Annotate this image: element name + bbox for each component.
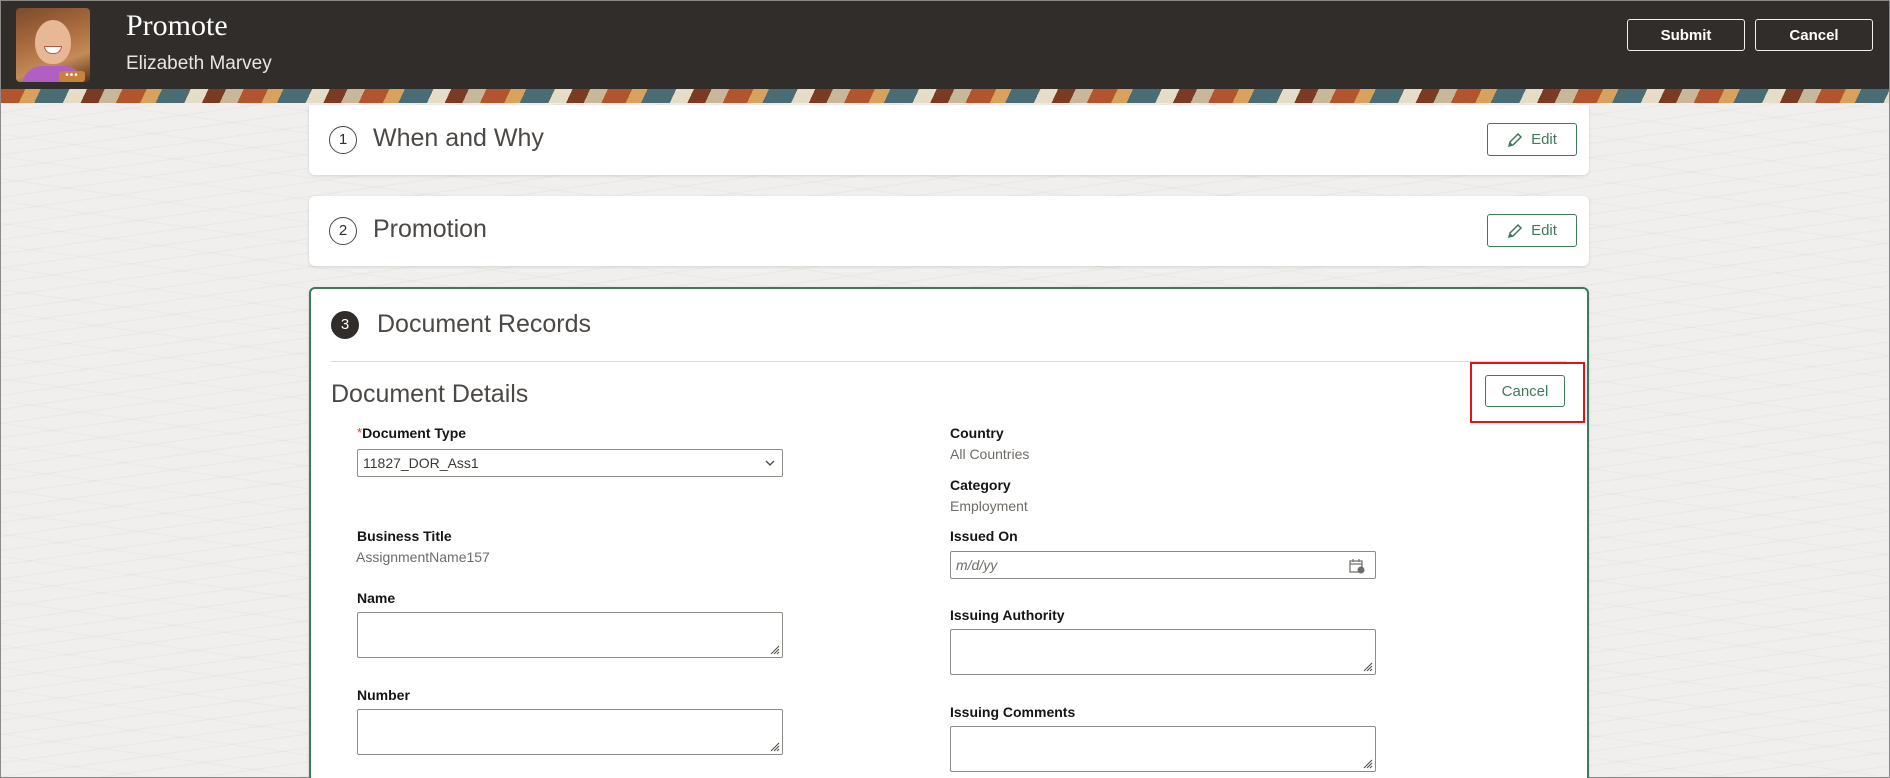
step-title: Document Records (377, 310, 591, 338)
number-label: Number (357, 687, 410, 703)
step-title: When and Why (373, 124, 544, 152)
page-title: Promote (126, 9, 228, 42)
resize-grip-icon[interactable] (770, 645, 780, 655)
edit-label: Edit (1531, 131, 1557, 148)
step-card-promotion: 2 Promotion Edit (309, 196, 1589, 266)
resize-grip-icon[interactable] (770, 742, 780, 752)
name-field[interactable] (357, 612, 783, 658)
document-details-heading: Document Details (331, 380, 529, 408)
avatar-more-badge[interactable]: ••• (59, 71, 85, 82)
section-divider (331, 361, 1567, 362)
person-name: Elizabeth Marvey (126, 53, 272, 74)
step-number: 2 (329, 217, 357, 245)
step-title: Promotion (373, 215, 487, 243)
category-value: Employment (950, 498, 1028, 514)
calendar-icon[interactable] (1349, 558, 1365, 574)
country-value: All Countries (950, 446, 1030, 462)
pencil-icon (1508, 223, 1523, 238)
business-title-value: AssignmentName157 (356, 549, 490, 565)
issued-on-label: Issued On (950, 528, 1018, 544)
document-type-label: *Document Type (357, 425, 466, 441)
edit-label: Edit (1531, 222, 1557, 239)
step-number: 1 (329, 126, 357, 154)
chevron-down-icon (765, 460, 775, 466)
header-decorative-band (1, 89, 1889, 103)
category-label: Category (950, 477, 1011, 493)
issuing-comments-field[interactable] (950, 726, 1376, 772)
issuing-authority-label: Issuing Authority (950, 607, 1065, 623)
pencil-icon (1508, 132, 1523, 147)
business-title-label: Business Title (357, 528, 452, 544)
name-label: Name (357, 590, 396, 606)
issued-on-placeholder: m/d/yy (956, 557, 998, 573)
country-label: Country (950, 425, 1004, 441)
step-number-active: 3 (331, 311, 359, 339)
resize-grip-icon[interactable] (1363, 759, 1373, 769)
page-header: ••• Promote Elizabeth Marvey Submit Canc… (1, 1, 1889, 89)
document-details-cancel-button[interactable]: Cancel (1485, 375, 1565, 407)
edit-when-and-why-button[interactable]: Edit (1487, 123, 1577, 156)
issuing-authority-field[interactable] (950, 629, 1376, 675)
resize-grip-icon[interactable] (1363, 662, 1373, 672)
step-card-document-records: 3 Document Records Document Details Canc… (309, 287, 1589, 778)
document-type-label-text: Document Type (362, 425, 467, 441)
issued-on-date-input[interactable]: m/d/yy (950, 551, 1376, 579)
issuing-comments-label: Issuing Comments (950, 704, 1076, 720)
edit-promotion-button[interactable]: Edit (1487, 214, 1577, 247)
document-type-value: 11827_DOR_Ass1 (363, 455, 479, 471)
submit-button[interactable]: Submit (1627, 19, 1745, 51)
avatar-face (35, 20, 71, 64)
step-card-when-and-why: 1 When and Why Edit (309, 105, 1589, 175)
document-type-select[interactable]: 11827_DOR_Ass1 (357, 449, 783, 477)
cancel-button[interactable]: Cancel (1755, 19, 1873, 51)
number-field[interactable] (357, 709, 783, 755)
